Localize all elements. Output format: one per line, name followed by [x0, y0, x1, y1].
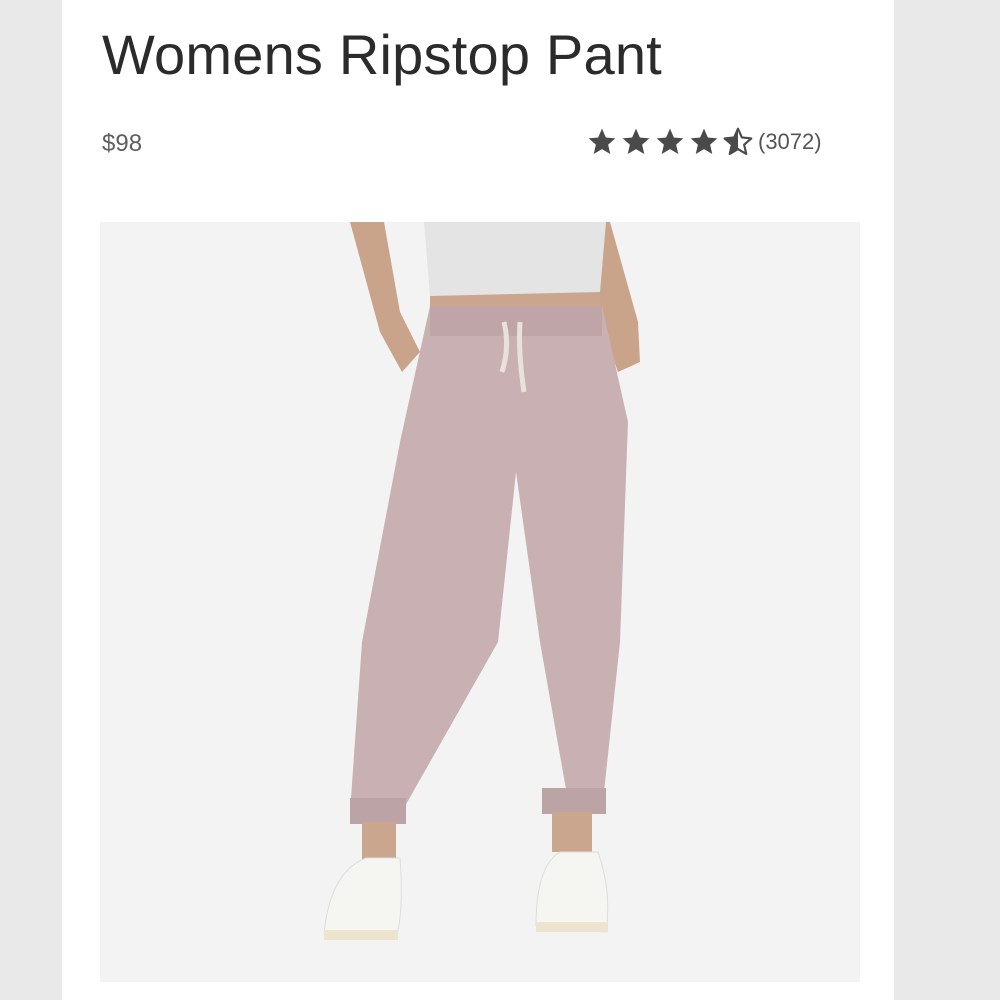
screenshot-frame: Womens Ripstop Pant $98 (3072) [0, 0, 1000, 1000]
product-rating[interactable]: (3072) [586, 124, 822, 160]
half-star-icon [723, 127, 753, 156]
product-card: Womens Ripstop Pant $98 (3072) [62, 0, 894, 1000]
star-icon [690, 128, 718, 154]
left-margin [0, 0, 62, 1000]
star-icon [622, 128, 650, 154]
product-price: $98 [102, 130, 143, 157]
star-icon [588, 128, 616, 154]
model-illustration [100, 222, 860, 982]
right-margin [894, 0, 1000, 1000]
review-count[interactable]: (3072) [758, 129, 822, 155]
star-icon [656, 128, 684, 154]
product-title: Womens Ripstop Pant [102, 23, 662, 86]
product-image[interactable] [100, 222, 860, 982]
